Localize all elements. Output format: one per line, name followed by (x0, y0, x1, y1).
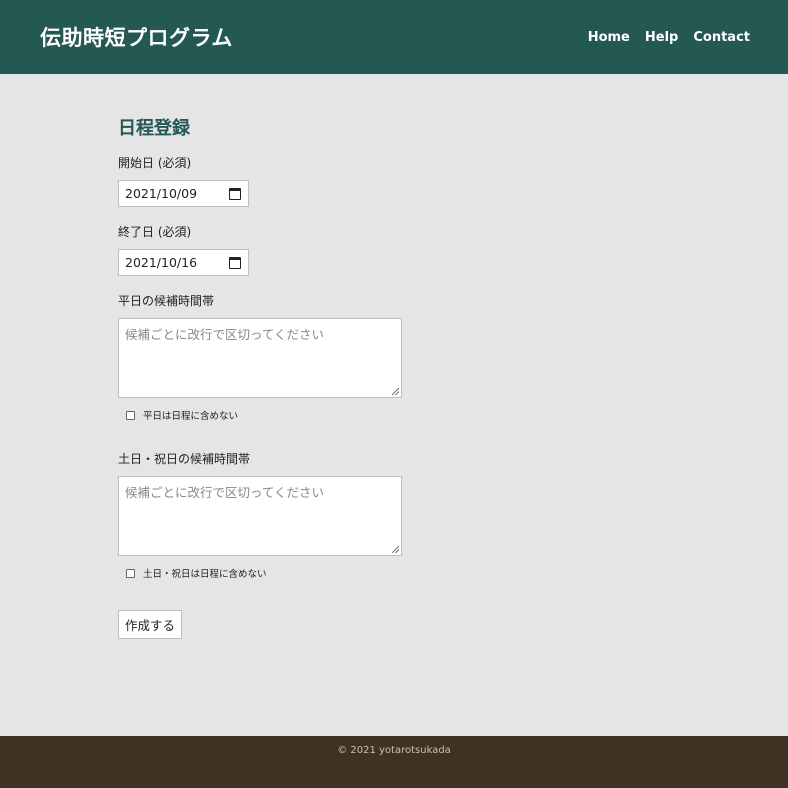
weekend-exclude-row: 土日・祝日は日程に含めない (126, 566, 418, 580)
weekday-slots-placeholder: 候補ごとに改行で区切ってください (125, 327, 325, 342)
weekend-exclude-checkbox[interactable] (126, 568, 135, 578)
copyright-text: © 2021 yotarotsukada (337, 745, 451, 756)
weekend-exclude-label: 土日・祝日は日程に含めない (143, 569, 267, 580)
resize-handle-icon[interactable] (392, 546, 399, 553)
weekday-exclude-checkbox[interactable] (126, 410, 135, 420)
site-header: 伝助時短プログラム Home Help Contact (0, 0, 788, 74)
nav-home-link[interactable]: Home (588, 30, 630, 45)
create-button[interactable]: 作成する (118, 610, 183, 639)
resize-handle-icon[interactable] (392, 388, 399, 395)
weekend-slots-textarea[interactable]: 候補ごとに改行で区切ってください (118, 476, 402, 556)
weekday-slots-label: 平日の候補時間帯 (118, 294, 215, 308)
weekday-exclude-label: 平日は日程に含めない (143, 411, 239, 422)
nav-help-link[interactable]: Help (645, 30, 678, 45)
weekday-exclude-row: 平日は日程に含めない (126, 408, 418, 422)
top-nav: Home Help Contact (588, 30, 750, 45)
end-date-input[interactable]: 2021/10/16 (118, 249, 249, 276)
calendar-icon[interactable] (229, 256, 241, 269)
weekend-slots-placeholder: 候補ごとに改行で区切ってください (125, 485, 325, 500)
start-date-value: 2021/10/09 (125, 186, 198, 201)
page-title: 日程登録 (118, 118, 190, 139)
start-date-label: 開始日 (必須) (118, 156, 192, 170)
nav-contact-link[interactable]: Contact (693, 30, 750, 45)
weekend-slots-label: 土日・祝日の候補時間帯 (118, 452, 251, 466)
end-date-value: 2021/10/16 (125, 255, 198, 270)
calendar-icon[interactable] (229, 187, 241, 200)
schedule-form: 日程登録 開始日 (必須) 2021/10/09 終了日 (必須) 2021/1… (118, 114, 418, 639)
weekday-slots-textarea[interactable]: 候補ごとに改行で区切ってください (118, 318, 402, 398)
start-date-input[interactable]: 2021/10/09 (118, 180, 249, 207)
site-footer: © 2021 yotarotsukada (0, 736, 788, 788)
site-title[interactable]: 伝助時短プログラム (40, 22, 233, 52)
end-date-label: 終了日 (必須) (118, 225, 192, 239)
